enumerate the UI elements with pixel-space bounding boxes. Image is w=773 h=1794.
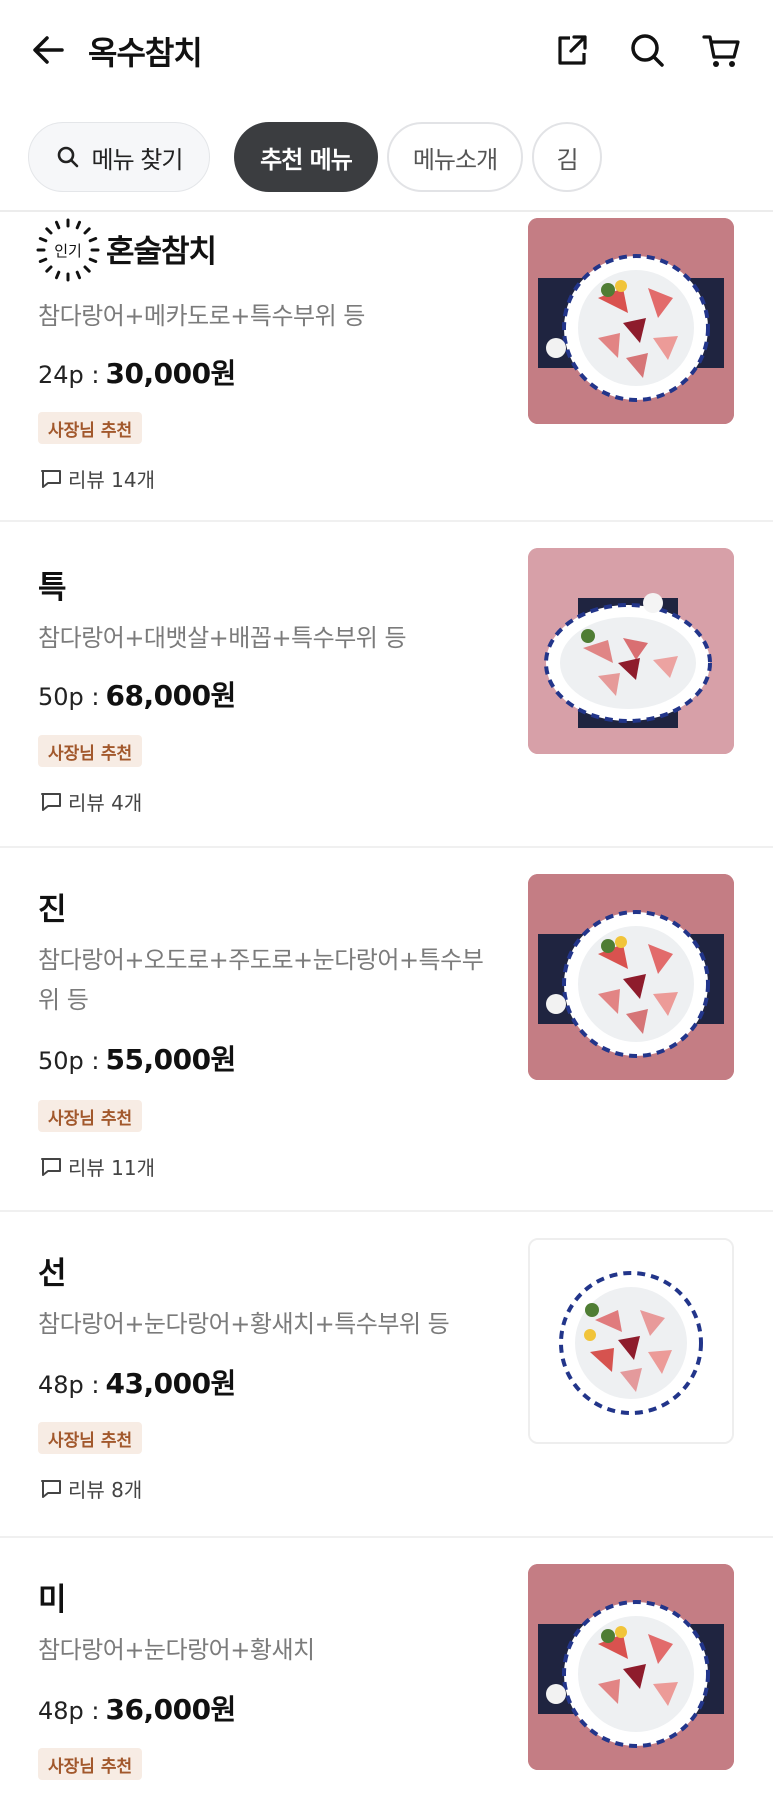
menu-desc: 참다랑어+눈다랑어+황새치 bbox=[38, 1636, 315, 1664]
price-row: 50p : 55,000원 bbox=[38, 1038, 236, 1078]
price-row: 24p : 30,000원 bbox=[38, 352, 236, 392]
tab-menu-intro[interactable]: 메뉴소개 bbox=[387, 122, 523, 192]
review-count[interactable]: 리뷰 8개 bbox=[40, 1474, 142, 1503]
tuna-platter-image bbox=[528, 1564, 734, 1770]
tab-kim[interactable]: 김 bbox=[532, 122, 602, 192]
review-label: 리뷰 8개 bbox=[68, 1478, 143, 1502]
comment-icon bbox=[41, 1479, 61, 1498]
menu-name: 진 bbox=[38, 892, 67, 928]
owner-pick-badge: 사장님 추천 bbox=[38, 1100, 143, 1132]
list-item[interactable]: 선 참다랑어+눈다랑어+황새치+특수부위 등 48p : 43,000원 사장님… bbox=[0, 1212, 773, 1538]
cart-button[interactable] bbox=[701, 30, 745, 74]
review-count[interactable]: 리뷰 11개 bbox=[40, 1152, 155, 1181]
menu-pieces: 48p : bbox=[38, 1371, 100, 1399]
owner-pick-badge: 사장님 추천 bbox=[38, 1748, 143, 1780]
price-row: 50p : 68,000원 bbox=[38, 674, 236, 714]
menu-price: 43,000원 bbox=[105, 1367, 237, 1400]
menu-photo[interactable] bbox=[528, 218, 734, 424]
menu-photo[interactable] bbox=[528, 1564, 734, 1770]
popular-badge-icon: 인기 bbox=[36, 218, 100, 282]
back-arrow-icon bbox=[33, 36, 64, 64]
menu-price: 36,000원 bbox=[105, 1693, 237, 1726]
tuna-platter-image bbox=[530, 1240, 732, 1442]
cart-icon bbox=[702, 35, 740, 67]
review-count[interactable]: 리뷰 14개 bbox=[40, 464, 155, 493]
owner-pick-badge: 사장님 추천 bbox=[38, 735, 143, 767]
app-header: 옥수참치 bbox=[0, 0, 773, 106]
search-icon bbox=[57, 146, 78, 168]
menu-photo[interactable] bbox=[528, 1238, 734, 1444]
menu-search-label: 메뉴 찾기 bbox=[91, 145, 184, 174]
review-label: 리뷰 14개 bbox=[68, 468, 156, 492]
menu-name: 선 bbox=[38, 1256, 67, 1292]
price-row: 48p : 36,000원 bbox=[38, 1688, 236, 1728]
menu-price: 30,000원 bbox=[105, 357, 237, 390]
comment-icon bbox=[41, 1157, 61, 1176]
review-label: 리뷰 11개 bbox=[68, 1156, 156, 1180]
list-item[interactable]: 진 참다랑어+오도로+주도로+눈다랑어+특수부위 등 50p : 55,000원… bbox=[0, 848, 773, 1212]
menu-desc: 참다랑어+오도로+주도로+눈다랑어+특수부위 등 bbox=[38, 946, 484, 1014]
menu-tabs: 메뉴 찾기 추천 메뉴 메뉴소개 김 bbox=[0, 122, 773, 194]
menu-price: 68,000원 bbox=[105, 679, 237, 712]
menu-desc: 참다랑어+메카도로+특수부위 등 bbox=[38, 302, 365, 330]
comment-icon bbox=[41, 469, 61, 488]
tuna-platter-image bbox=[528, 874, 734, 1080]
owner-pick-badge: 사장님 추천 bbox=[38, 1422, 143, 1454]
menu-desc: 참다랑어+눈다랑어+황새치+특수부위 등 bbox=[38, 1310, 450, 1338]
price-row: 48p : 43,000원 bbox=[38, 1362, 236, 1402]
menu-price: 55,000원 bbox=[105, 1043, 237, 1076]
list-item[interactable]: 미 참다랑어+눈다랑어+황새치 48p : 36,000원 사장님 추천 bbox=[0, 1538, 773, 1780]
comment-icon bbox=[41, 792, 61, 811]
menu-photo[interactable] bbox=[528, 548, 734, 754]
tuna-platter-image bbox=[528, 548, 734, 754]
share-icon bbox=[558, 35, 587, 65]
owner-pick-badge: 사장님 추천 bbox=[38, 412, 143, 444]
share-button[interactable] bbox=[552, 30, 596, 74]
menu-desc: 참다랑어+대뱃살+배꼽+특수부위 등 bbox=[38, 624, 407, 652]
popular-badge-label: 인기 bbox=[54, 242, 82, 260]
menu-photo[interactable] bbox=[528, 874, 734, 1080]
page-title: 옥수참치 bbox=[88, 34, 203, 72]
list-item[interactable]: 특 참다랑어+대뱃살+배꼽+특수부위 등 50p : 68,000원 사장님 추… bbox=[0, 522, 773, 848]
menu-pieces: 50p : bbox=[38, 1047, 100, 1075]
search-button[interactable] bbox=[627, 30, 671, 74]
menu-list: 인기 혼술참치 참다랑어+메카도로+특수부위 등 24p : 30,000원 사… bbox=[0, 212, 773, 1780]
menu-pieces: 24p : bbox=[38, 361, 100, 389]
menu-name: 미 bbox=[38, 1582, 67, 1618]
tuna-platter-image bbox=[528, 218, 734, 424]
menu-name: 혼술참치 bbox=[106, 234, 217, 270]
menu-name: 특 bbox=[38, 570, 67, 606]
list-item[interactable]: 인기 혼술참치 참다랑어+메카도로+특수부위 등 24p : 30,000원 사… bbox=[0, 212, 773, 522]
review-label: 리뷰 4개 bbox=[68, 791, 143, 815]
menu-pieces: 48p : bbox=[38, 1697, 100, 1725]
tab-recommended[interactable]: 추천 메뉴 bbox=[234, 122, 378, 192]
review-count[interactable]: 리뷰 4개 bbox=[40, 787, 142, 816]
menu-pieces: 50p : bbox=[38, 683, 100, 711]
menu-search-chip[interactable]: 메뉴 찾기 bbox=[28, 122, 210, 192]
search-icon bbox=[631, 34, 664, 67]
back-button[interactable] bbox=[28, 30, 68, 70]
